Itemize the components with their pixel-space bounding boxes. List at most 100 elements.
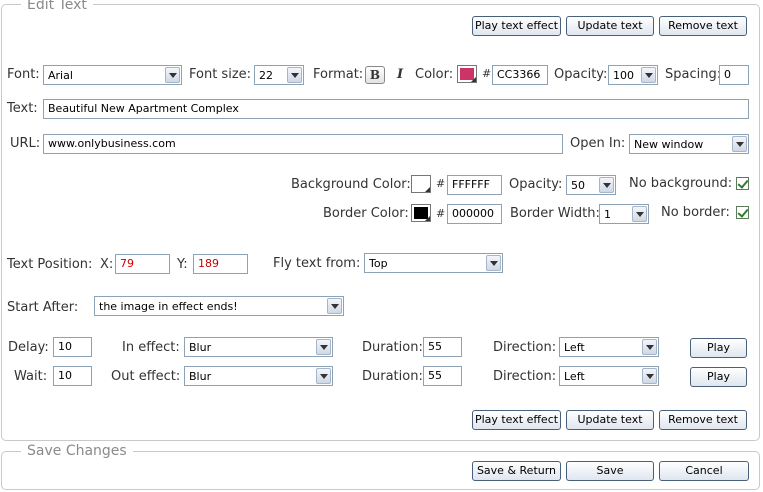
- font-size-label: Font size:: [189, 67, 252, 82]
- italic-button[interactable]: I: [391, 66, 409, 84]
- color-swatch[interactable]: [457, 65, 477, 83]
- font-label: Font:: [7, 67, 40, 82]
- save-and-return-button[interactable]: Save & Return: [472, 461, 561, 481]
- chevron-down-icon: [327, 298, 342, 314]
- play-out-effect-button[interactable]: Play: [690, 367, 747, 387]
- chevron-down-icon: [316, 339, 331, 355]
- out-direction-value: Left: [564, 370, 585, 383]
- bold-button[interactable]: B: [365, 66, 385, 84]
- open-in-value: New window: [634, 138, 704, 151]
- open-in-select[interactable]: New window: [629, 134, 749, 154]
- font-select[interactable]: Arial: [43, 65, 182, 85]
- border-width-select[interactable]: 1: [599, 204, 649, 224]
- remove-text-button[interactable]: Remove text: [659, 16, 747, 36]
- save-changes-legend: Save Changes: [21, 443, 133, 459]
- play-text-effect-button[interactable]: Play text effect: [472, 16, 561, 36]
- background-hash: #: [436, 177, 446, 190]
- url-label: URL:: [10, 136, 41, 151]
- y-position-input[interactable]: 189: [193, 254, 248, 274]
- color-label: Color:: [415, 67, 454, 82]
- in-direction-value: Left: [564, 341, 585, 354]
- start-after-label: Start After:: [7, 300, 79, 315]
- remove-text-button-bottom[interactable]: Remove text: [659, 410, 747, 430]
- spacing-label: Spacing:: [665, 67, 722, 82]
- background-opacity-value: 50: [571, 179, 585, 192]
- save-button[interactable]: Save: [566, 461, 654, 481]
- background-color-swatch[interactable]: [411, 175, 431, 193]
- in-effect-value: Blur: [189, 341, 212, 354]
- format-label: Format:: [313, 67, 364, 82]
- in-direction-label: Direction:: [493, 340, 557, 355]
- chevron-down-icon: [642, 368, 657, 384]
- in-effect-select[interactable]: Blur: [184, 337, 333, 357]
- edit-text-legend: Edit Text: [21, 0, 93, 13]
- opacity-label: Opacity:: [554, 67, 608, 82]
- chevron-down-icon: [641, 67, 656, 83]
- out-direction-label: Direction:: [493, 369, 557, 384]
- swatch-dropdown-icon: [471, 77, 476, 82]
- chevron-down-icon: [642, 339, 657, 355]
- play-in-effect-button[interactable]: Play: [690, 338, 747, 358]
- out-duration-label: Duration:: [362, 369, 423, 384]
- background-hex-input[interactable]: FFFFFF: [447, 175, 502, 195]
- in-effect-label: In effect:: [122, 340, 180, 355]
- border-hash: #: [436, 207, 446, 220]
- font-size-value: 22: [259, 69, 273, 82]
- in-duration-label: Duration:: [362, 340, 423, 355]
- update-text-button[interactable]: Update text: [566, 16, 654, 36]
- text-label: Text:: [7, 101, 38, 116]
- no-background-checkbox[interactable]: [736, 177, 749, 190]
- no-border-label: No border:: [661, 205, 730, 220]
- in-duration-input[interactable]: 55: [423, 337, 462, 357]
- spacing-input[interactable]: 0: [719, 65, 749, 85]
- chevron-down-icon: [632, 206, 647, 222]
- border-width-value: 1: [604, 208, 611, 221]
- delay-input[interactable]: 10: [53, 337, 92, 357]
- chevron-down-icon: [599, 177, 614, 193]
- background-opacity-select[interactable]: 50: [566, 175, 616, 195]
- start-after-select[interactable]: the image in effect ends!: [94, 296, 344, 316]
- wait-input[interactable]: 10: [53, 366, 92, 386]
- background-color-label: Background Color:: [291, 177, 411, 192]
- no-border-checkbox[interactable]: [736, 206, 749, 219]
- in-direction-select[interactable]: Left: [559, 337, 659, 357]
- border-hex-input[interactable]: 000000: [447, 204, 502, 224]
- fly-text-from-label: Fly text from:: [273, 256, 361, 271]
- open-in-label: Open In:: [570, 136, 626, 151]
- font-value: Arial: [48, 69, 73, 82]
- out-effect-value: Blur: [189, 370, 212, 383]
- out-effect-label: Out effect:: [111, 369, 181, 384]
- border-width-label: Border Width:: [510, 206, 600, 221]
- play-text-effect-button-bottom[interactable]: Play text effect: [472, 410, 561, 430]
- background-opacity-label: Opacity:: [509, 177, 563, 192]
- text-position-label: Text Position:: [7, 257, 93, 272]
- cancel-button[interactable]: Cancel: [659, 461, 749, 481]
- fly-text-from-value: Top: [369, 257, 388, 270]
- color-hash: #: [482, 67, 492, 80]
- font-size-select[interactable]: 22: [254, 65, 304, 85]
- out-direction-select[interactable]: Left: [559, 366, 659, 386]
- color-hex-input[interactable]: CC3366: [492, 65, 548, 85]
- opacity-select[interactable]: 100: [608, 65, 658, 85]
- delay-label: Delay:: [8, 340, 49, 355]
- fly-text-from-select[interactable]: Top: [364, 253, 503, 273]
- swatch-dropdown-icon: [425, 216, 430, 221]
- wait-label: Wait:: [14, 369, 48, 384]
- chevron-down-icon: [287, 67, 302, 83]
- chevron-down-icon: [486, 255, 501, 271]
- chevron-down-icon: [732, 136, 747, 152]
- y-label: Y:: [177, 257, 188, 272]
- x-position-input[interactable]: 79: [115, 254, 170, 274]
- start-after-value: the image in effect ends!: [99, 300, 238, 313]
- out-effect-select[interactable]: Blur: [184, 366, 333, 386]
- opacity-value: 100: [613, 69, 634, 82]
- out-duration-input[interactable]: 55: [423, 366, 462, 386]
- text-input[interactable]: Beautiful New Apartment Complex: [43, 99, 749, 119]
- chevron-down-icon: [165, 67, 180, 83]
- url-input[interactable]: www.onlybusiness.com: [43, 134, 563, 154]
- no-background-label: No background:: [629, 176, 733, 191]
- x-label: X:: [100, 257, 114, 272]
- update-text-button-bottom[interactable]: Update text: [566, 410, 654, 430]
- chevron-down-icon: [316, 368, 331, 384]
- border-color-swatch[interactable]: [411, 204, 431, 222]
